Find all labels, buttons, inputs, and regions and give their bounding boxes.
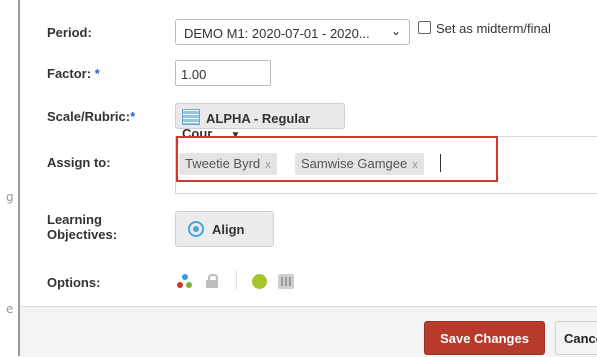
grid-icon [182, 109, 200, 125]
green-circle-icon[interactable] [252, 274, 267, 289]
chevron-down-icon: ⌄ [390, 24, 401, 38]
scale-rubric-label: Scale/Rubric:* [47, 109, 135, 124]
midterm-final-checkbox[interactable] [418, 21, 431, 34]
midterm-final-label: Set as midterm/final [436, 21, 551, 36]
align-label: Align [212, 222, 245, 237]
period-select[interactable]: DEMO M1: 2020-07-01 - 2020... ⌄ [175, 19, 410, 45]
options-divider [236, 270, 237, 290]
assign-to-label: Assign to: [47, 155, 111, 170]
midterm-final-option[interactable]: Set as midterm/final [418, 21, 551, 36]
highlight-box [176, 136, 498, 182]
factor-label: Factor: * [47, 66, 100, 81]
factor-label-text: Factor: [47, 66, 92, 81]
period-label: Period: [47, 25, 92, 40]
required-mark: * [94, 66, 100, 81]
learning-objectives-label: Learning Objectives: [47, 212, 117, 242]
scale-rubric-label-text: Scale/Rubric: [47, 109, 131, 124]
background-glyph: g [6, 190, 14, 204]
options-label: Options: [47, 275, 101, 290]
assignment-modal: Period: DEMO M1: 2020-07-01 - 2020... ⌄ … [20, 0, 597, 357]
period-selected-value: DEMO M1: 2020-07-01 - 2020... [184, 26, 370, 41]
cancel-button[interactable]: Cancel [555, 321, 597, 355]
background-page-edge: g e [0, 0, 20, 356]
save-changes-button[interactable]: Save Changes [424, 321, 545, 355]
learning-objectives-line2: Objectives: [47, 227, 118, 242]
align-button[interactable]: Align [175, 211, 274, 247]
lock-icon[interactable] [206, 274, 218, 288]
colored-dots-icon[interactable] [177, 274, 193, 290]
factor-input[interactable]: 1.00 [175, 60, 271, 86]
target-icon [188, 221, 204, 237]
scale-rubric-dropdown[interactable]: ALPHA - Regular Cour... ▼ [175, 103, 345, 141]
background-glyph: e [6, 302, 14, 316]
required-mark: * [130, 109, 136, 124]
learning-objectives-line1: Learning [47, 212, 102, 227]
modal-footer: Save Changes Cancel [20, 306, 597, 357]
calendar-icon[interactable] [278, 274, 294, 289]
